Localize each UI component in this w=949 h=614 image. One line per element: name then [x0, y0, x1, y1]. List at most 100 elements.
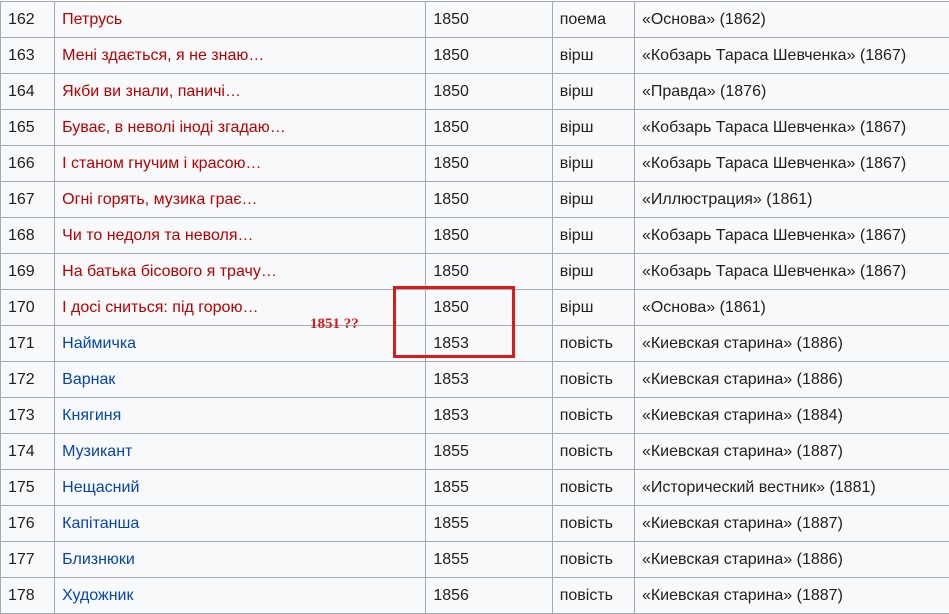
- work-publication: «Основа» (1862): [634, 2, 949, 38]
- table-row: 173Княгиня1853повість«Киевская старина» …: [1, 398, 949, 434]
- table-row: 176Капітанша1855повість«Киевская старина…: [1, 506, 949, 542]
- table-row: 162Петрусь1850поема«Основа» (1862): [1, 2, 949, 38]
- table-row: 163Мені здається, я не знаю…1850вірш«Коб…: [1, 38, 949, 74]
- work-publication: «Киевская старина» (1887): [634, 578, 949, 614]
- work-title-link[interactable]: Близнюки: [62, 551, 135, 568]
- table-row: 166 І станом гнучим і красою… 1850вірш«Коб…: [1, 146, 949, 182]
- row-number: 165: [1, 110, 55, 146]
- work-publication: «Киевская старина» (1886): [634, 542, 949, 578]
- table-row: 167Огні горять, музика грає…1850вірш«Илл…: [1, 182, 949, 218]
- work-title-cell: Буває, в неволі іноді згадаю…: [55, 110, 426, 146]
- work-title-cell: Якби ви знали, паничі…: [55, 74, 426, 110]
- work-title-cell: Княгиня: [55, 398, 426, 434]
- work-title-cell: На батька бісового я трачу…: [55, 254, 426, 290]
- work-title-link[interactable]: Капітанша: [62, 515, 139, 532]
- work-genre: вірш: [552, 146, 634, 182]
- work-year: 1855: [426, 506, 552, 542]
- work-year: 1855: [426, 434, 552, 470]
- work-year: 1850: [426, 146, 552, 182]
- row-number: 176: [1, 506, 55, 542]
- table-row: 175 Нещасний 1855повість«Исторический вест…: [1, 470, 949, 506]
- table-row: 169На батька бісового я трачу…1850вірш«К…: [1, 254, 949, 290]
- work-title-link[interactable]: Огні горять, музика грає…: [62, 191, 257, 208]
- work-year: 1855: [426, 470, 552, 506]
- work-title-link[interactable]: Наймичка: [62, 335, 136, 352]
- work-title-link[interactable]: Чи то недоля та неволя…: [62, 227, 253, 244]
- work-publication: «Кобзарь Тараса Шевченка» (1867): [634, 146, 949, 182]
- row-number: 168: [1, 218, 55, 254]
- work-title-link[interactable]: На батька бісового я трачу…: [62, 263, 277, 280]
- row-number: 169: [1, 254, 55, 290]
- table-row: 177Близнюки1855повість«Киевская старина»…: [1, 542, 949, 578]
- row-number: 174: [1, 434, 55, 470]
- work-title-link[interactable]: Петрусь: [62, 11, 122, 28]
- work-genre: вірш: [552, 74, 634, 110]
- work-title-link[interactable]: Музикант: [62, 443, 132, 460]
- work-title-cell: Наймичка: [55, 326, 426, 362]
- row-number: 162: [1, 2, 55, 38]
- work-publication: «Кобзарь Тараса Шевченка» (1867): [634, 110, 949, 146]
- row-number: 163: [1, 38, 55, 74]
- work-title-link[interactable]: Варнак: [62, 371, 115, 388]
- work-year: 1850: [426, 182, 552, 218]
- work-title-link[interactable]: Якби ви знали, паничі…: [62, 83, 241, 100]
- work-genre: поема: [552, 2, 634, 38]
- work-genre: повість: [552, 578, 634, 614]
- table-row: 170І досі сниться: під горою…1850вірш«Ос…: [1, 290, 949, 326]
- work-genre: вірш: [552, 218, 634, 254]
- work-genre: вірш: [552, 38, 634, 74]
- work-title-link[interactable]: Нещасний: [62, 479, 139, 496]
- row-number: 172: [1, 362, 55, 398]
- work-publication: «Основа» (1861): [634, 290, 949, 326]
- row-number: 171: [1, 326, 55, 362]
- table-row: 164Якби ви знали, паничі…1850вірш«Правда…: [1, 74, 949, 110]
- work-title-link[interactable]: Художник: [62, 587, 133, 604]
- table-row: 172 Варнак 1853повість«Киевская старина» (…: [1, 362, 949, 398]
- work-genre: повість: [552, 542, 634, 578]
- work-year: 1850: [426, 290, 552, 326]
- year-annotation: 1851 ??: [310, 316, 359, 333]
- work-publication: «Кобзарь Тараса Шевченка» (1867): [634, 254, 949, 290]
- work-title-cell: Мені здається, я не знаю…: [55, 38, 426, 74]
- work-year: 1853: [426, 326, 552, 362]
- work-title-link[interactable]: І станом гнучим і красою…: [62, 155, 261, 172]
- work-publication: «Кобзарь Тараса Шевченка» (1867): [634, 218, 949, 254]
- work-title-cell: Варнак: [55, 362, 426, 398]
- work-year: 1853: [426, 398, 552, 434]
- work-publication: «Кобзарь Тараса Шевченка» (1867): [634, 38, 949, 74]
- row-number: 170: [1, 290, 55, 326]
- work-title-link[interactable]: Буває, в неволі іноді згадаю…: [62, 119, 286, 136]
- work-genre: вірш: [552, 182, 634, 218]
- work-publication: «Исторический вестник» (1881): [634, 470, 949, 506]
- work-publication: «Киевская старина» (1886): [634, 326, 949, 362]
- work-year: 1850: [426, 74, 552, 110]
- work-year: 1850: [426, 254, 552, 290]
- work-genre: повість: [552, 434, 634, 470]
- work-title-cell: Художник: [55, 578, 426, 614]
- work-title-cell: Чи то недоля та неволя…: [55, 218, 426, 254]
- work-title-cell: Капітанша: [55, 506, 426, 542]
- row-number: 167: [1, 182, 55, 218]
- row-number: 178: [1, 578, 55, 614]
- works-table: 162Петрусь1850поема«Основа» (1862)163Мен…: [0, 1, 949, 614]
- work-genre: повість: [552, 470, 634, 506]
- work-year: 1853: [426, 362, 552, 398]
- work-publication: «Киевская старина» (1887): [634, 434, 949, 470]
- work-title-link[interactable]: Мені здається, я не знаю…: [62, 47, 264, 64]
- work-year: 1856: [426, 578, 552, 614]
- work-title-cell: Петрусь: [55, 2, 426, 38]
- work-year: 1855: [426, 542, 552, 578]
- row-number: 164: [1, 74, 55, 110]
- row-number: 175: [1, 470, 55, 506]
- row-number: 166: [1, 146, 55, 182]
- table-row: 165Буває, в неволі іноді згадаю…1850вірш…: [1, 110, 949, 146]
- row-number: 173: [1, 398, 55, 434]
- table-row: 178 Художник 1856повість«Киевская старина»…: [1, 578, 949, 614]
- work-genre: повість: [552, 362, 634, 398]
- work-genre: повість: [552, 506, 634, 542]
- work-genre: повість: [552, 398, 634, 434]
- work-title-cell: І станом гнучим і красою…: [55, 146, 426, 182]
- work-title-link[interactable]: І досі сниться: під горою…: [62, 299, 258, 316]
- work-title-link[interactable]: Княгиня: [62, 407, 121, 424]
- work-publication: «Киевская старина» (1886): [634, 362, 949, 398]
